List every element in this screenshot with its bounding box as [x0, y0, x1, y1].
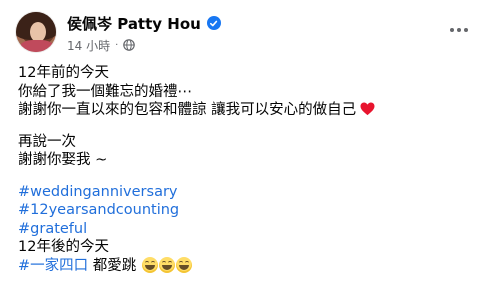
heart-icon — [360, 102, 375, 116]
author-row: 侯佩岑 Patty Hou — [67, 13, 221, 33]
facebook-post: 侯佩岑 Patty Hou 14 小時 · 12年前的今天 你給了我一個難忘的婚… — [0, 0, 482, 282]
post-text-line: #一家四口 都愛跳 — [18, 256, 473, 276]
post-meta: 14 小時 · — [67, 37, 136, 54]
post-text-line: 謝謝你娶我 ~ — [18, 152, 108, 168]
hashtag-link[interactable]: #weddinganniversary — [18, 183, 473, 202]
laughing-emoji-icon — [158, 256, 175, 273]
laughing-emoji-icon — [175, 256, 192, 273]
post-text-line: 謝謝你一直以來的包容和體諒 讓我可以安心的做自己 — [18, 101, 473, 120]
hashtag-link[interactable]: #grateful — [18, 220, 473, 239]
post-text-line: 12年前的今天 — [18, 65, 109, 81]
hashtag-link[interactable]: #12yearsandcounting — [18, 201, 473, 220]
meta-separator: · — [115, 39, 119, 51]
post-timestamp[interactable]: 14 小時 — [67, 37, 110, 54]
post-text-line: 再說一次 — [18, 133, 76, 150]
post-body: 12年前的今天 你給了我一個難忘的婚禮⋯ 謝謝你一直以來的包容和體諒 讓我可以安… — [18, 64, 473, 275]
more-options-icon[interactable] — [444, 18, 474, 42]
post-text-line: 你給了我一個難忘的婚禮⋯ — [18, 83, 192, 100]
post-text-line: 12年後的今天 — [18, 239, 109, 255]
globe-icon[interactable] — [123, 39, 136, 51]
author-avatar[interactable] — [16, 12, 56, 52]
laughing-emoji-icon — [141, 256, 158, 273]
post-header: 侯佩岑 Patty Hou 14 小時 · — [0, 0, 482, 60]
verified-badge-icon — [206, 16, 221, 30]
hashtag-link[interactable]: #一家四口 — [18, 258, 88, 274]
author-name[interactable]: 侯佩岑 Patty Hou — [67, 13, 201, 34]
